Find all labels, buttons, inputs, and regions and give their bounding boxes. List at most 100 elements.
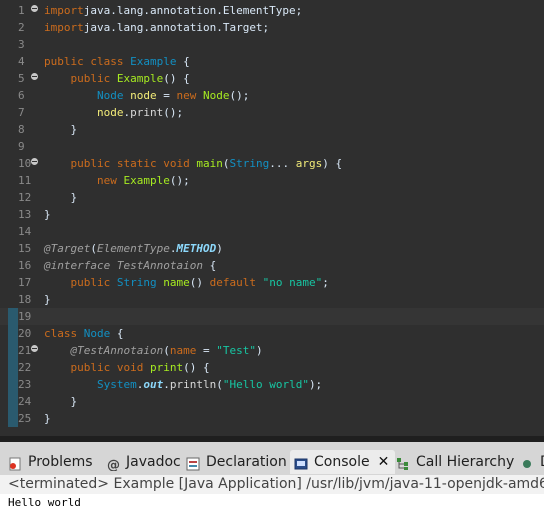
code-text: class Node {: [44, 327, 124, 340]
line-number: 20: [18, 327, 32, 340]
code-editor[interactable]: 1 importjava.lang.annotation.ElementType;…: [0, 0, 544, 436]
fold-toggle-icon[interactable]: [31, 5, 38, 12]
line-number: 17: [18, 276, 32, 289]
code-text: importjava.lang.annotation.Target;: [44, 21, 270, 34]
line-number: 8: [18, 123, 25, 136]
code-line[interactable]: 19: [0, 308, 544, 325]
tab-label: Call Hierarchy: [416, 454, 515, 470]
code-text: importjava.lang.annotation.ElementType;: [44, 4, 303, 17]
code-line[interactable]: 5 public Example() {: [0, 70, 544, 87]
code-line[interactable]: 22 public void print() {: [0, 359, 544, 376]
line-number: 16: [18, 259, 32, 272]
console-status-bar: <terminated> Example [Java Application] …: [0, 475, 544, 494]
code-text: public class Example {: [44, 55, 190, 68]
code-line[interactable]: 1 importjava.lang.annotation.ElementType;: [0, 2, 544, 19]
line-number: 1: [18, 4, 25, 17]
console-status-text: <terminated> Example [Java Application] …: [8, 476, 544, 492]
code-text: public String name() default "no name";: [70, 276, 329, 289]
code-line[interactable]: 6 Node node = new Node();: [0, 87, 544, 104]
console-output-line: Hello world: [8, 496, 81, 509]
line-number: 5: [18, 72, 25, 85]
line-number: 2: [18, 21, 25, 34]
tab-javadoc[interactable]: @ Javadoc: [106, 450, 181, 474]
code-line[interactable]: 17 public String name() default "no name…: [0, 274, 544, 291]
line-number: 10: [18, 157, 32, 170]
tab-label: Javadoc: [126, 454, 181, 470]
tab-label: D: [540, 450, 544, 474]
code-line[interactable]: 11 new Example();: [0, 172, 544, 189]
tab-problems[interactable]: Problems: [8, 450, 93, 474]
line-number: 6: [18, 89, 25, 102]
code-line[interactable]: 15 @Target(ElementType.METHOD): [0, 240, 544, 257]
code-text: new Example();: [96, 174, 190, 187]
code-line[interactable]: 23 System.out.println("Hello world");: [0, 376, 544, 393]
code-line[interactable]: 18}: [0, 291, 544, 308]
line-number: 11: [18, 174, 32, 187]
code-text: public Example() {: [70, 72, 190, 85]
line-number: 23: [18, 378, 32, 391]
code-text: }: [44, 395, 78, 408]
line-number: 14: [18, 225, 32, 238]
line-number: 7: [18, 106, 25, 119]
code-line[interactable]: 3: [0, 36, 544, 53]
code-line[interactable]: 13}: [0, 206, 544, 223]
code-line[interactable]: 16 @interface TestAnnotaion {: [0, 257, 544, 274]
tab-call-hierarchy[interactable]: Call Hierarchy: [396, 450, 514, 474]
fold-toggle-icon[interactable]: [31, 73, 38, 80]
tab-overflow[interactable]: D: [520, 450, 544, 474]
tab-label: Declaration: [206, 454, 287, 470]
problems-icon: [8, 455, 22, 471]
line-number: 13: [18, 208, 32, 221]
code-line[interactable]: 14: [0, 223, 544, 240]
line-number: 3: [18, 38, 25, 51]
code-text: public void print() {: [70, 361, 210, 374]
code-text: @interface TestAnnotaion {: [44, 259, 217, 272]
svg-text:@: @: [107, 458, 120, 471]
tab-console[interactable]: Console ✕: [290, 450, 396, 474]
code-line[interactable]: 7 node.print();: [0, 104, 544, 121]
code-line[interactable]: 10 public static void main(String... arg…: [0, 155, 544, 172]
line-number: 18: [18, 293, 32, 306]
code-text: }: [44, 208, 51, 221]
code-text: }: [44, 412, 51, 425]
code-text: }: [44, 293, 51, 306]
declaration-icon: [186, 455, 200, 471]
line-number: 9: [18, 140, 25, 153]
code-line[interactable]: 4 public class Example {: [0, 53, 544, 70]
line-number: 15: [18, 242, 32, 255]
console-output[interactable]: Hello world: [0, 494, 544, 520]
close-icon[interactable]: ✕: [378, 450, 390, 474]
tab-declaration[interactable]: Declaration: [186, 450, 287, 474]
line-number: 4: [18, 55, 25, 68]
line-number: 12: [18, 191, 32, 204]
code-text: }: [44, 191, 78, 204]
tab-label: Problems: [28, 454, 93, 470]
line-number: 19: [18, 310, 32, 323]
code-line[interactable]: 20 class Node {: [0, 325, 544, 342]
code-line[interactable]: 2 importjava.lang.annotation.Target;: [0, 19, 544, 36]
code-text: Node node = new Node();: [96, 89, 250, 102]
code-text: @Target(ElementType.METHOD): [44, 242, 223, 255]
code-line[interactable]: 8 }: [0, 121, 544, 138]
fold-toggle-icon[interactable]: [31, 158, 38, 165]
code-text: node.print();: [96, 106, 184, 119]
debug-icon: [520, 455, 534, 469]
line-number: 21: [18, 344, 32, 357]
code-text: }: [44, 123, 78, 136]
javadoc-icon: @: [106, 455, 120, 473]
code-line[interactable]: 24 }: [0, 393, 544, 410]
fold-toggle-icon[interactable]: [31, 345, 38, 352]
line-number: 24: [18, 395, 32, 408]
line-number: 22: [18, 361, 32, 374]
code-line[interactable]: 12 }: [0, 189, 544, 206]
code-text: public static void main(String... args) …: [70, 157, 343, 170]
code-line[interactable]: 21 @TestAnnotaion(name = "Test"): [0, 342, 544, 359]
code-text: @TestAnnotaion(name = "Test"): [70, 344, 263, 357]
console-icon: [294, 455, 308, 470]
code-line[interactable]: 9: [0, 138, 544, 155]
code-line[interactable]: 25}: [0, 410, 544, 427]
call-hierarchy-icon: [396, 455, 410, 470]
tab-label: Console: [314, 454, 370, 470]
line-number: 25: [18, 412, 32, 425]
code-text: System.out.println("Hello world");: [96, 378, 323, 391]
